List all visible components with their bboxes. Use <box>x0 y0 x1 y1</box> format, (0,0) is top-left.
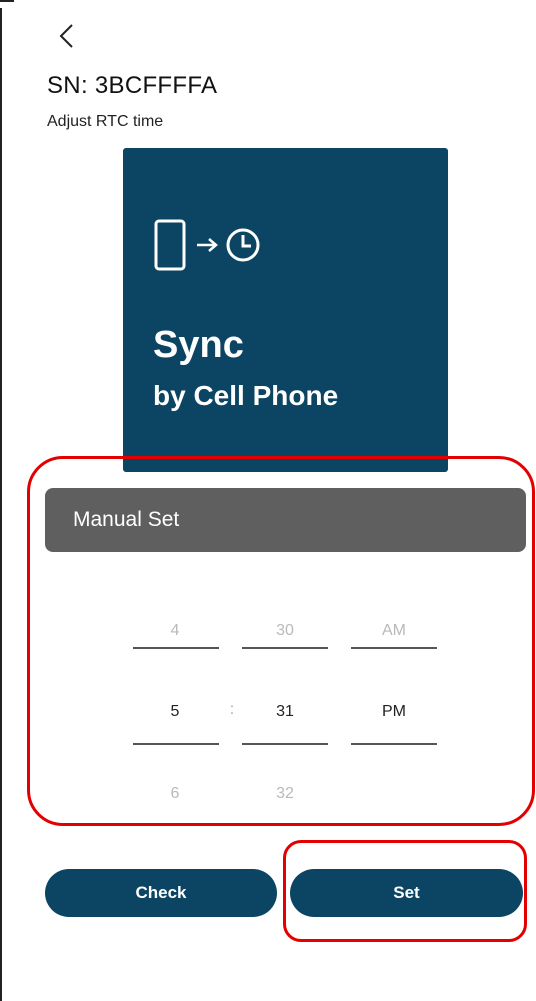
phone-icon <box>154 219 186 271</box>
hour-divider-top <box>133 647 219 649</box>
sync-card-title: Sync <box>153 324 244 366</box>
chevron-left-icon <box>59 24 73 48</box>
period-divider-top <box>351 647 437 649</box>
frame-edge-left <box>0 8 2 1001</box>
frame-edge-top <box>0 0 14 2</box>
minute-divider-top <box>242 647 328 649</box>
hour-divider-bottom <box>133 743 219 745</box>
sync-icons <box>154 219 260 271</box>
hour-selected[interactable]: 5 <box>130 703 220 721</box>
period-prev-option[interactable]: AM <box>349 622 439 640</box>
manual-set-bar[interactable]: Manual Set <box>45 488 526 552</box>
minute-prev-option[interactable]: 30 <box>240 622 330 640</box>
sync-by-phone-card[interactable]: Sync by Cell Phone <box>123 148 448 472</box>
time-separator: : <box>229 701 235 718</box>
page-subtitle: Adjust RTC time <box>47 113 164 130</box>
hour-prev-option[interactable]: 4 <box>130 622 220 640</box>
period-divider-bottom <box>351 743 437 745</box>
minute-selected[interactable]: 31 <box>240 703 330 721</box>
hour-next-option[interactable]: 6 <box>130 785 220 803</box>
serial-number-title: SN: 3BCFFFFA <box>47 72 218 99</box>
set-button[interactable]: Set <box>290 869 523 917</box>
check-button[interactable]: Check <box>45 869 277 917</box>
sync-card-subtitle: by Cell Phone <box>153 380 339 411</box>
back-button[interactable] <box>56 22 80 50</box>
minute-divider-bottom <box>242 743 328 745</box>
minute-next-option[interactable]: 32 <box>240 785 330 803</box>
period-selected[interactable]: PM <box>349 703 439 721</box>
arrow-right-icon <box>197 238 218 252</box>
clock-icon <box>226 228 260 262</box>
